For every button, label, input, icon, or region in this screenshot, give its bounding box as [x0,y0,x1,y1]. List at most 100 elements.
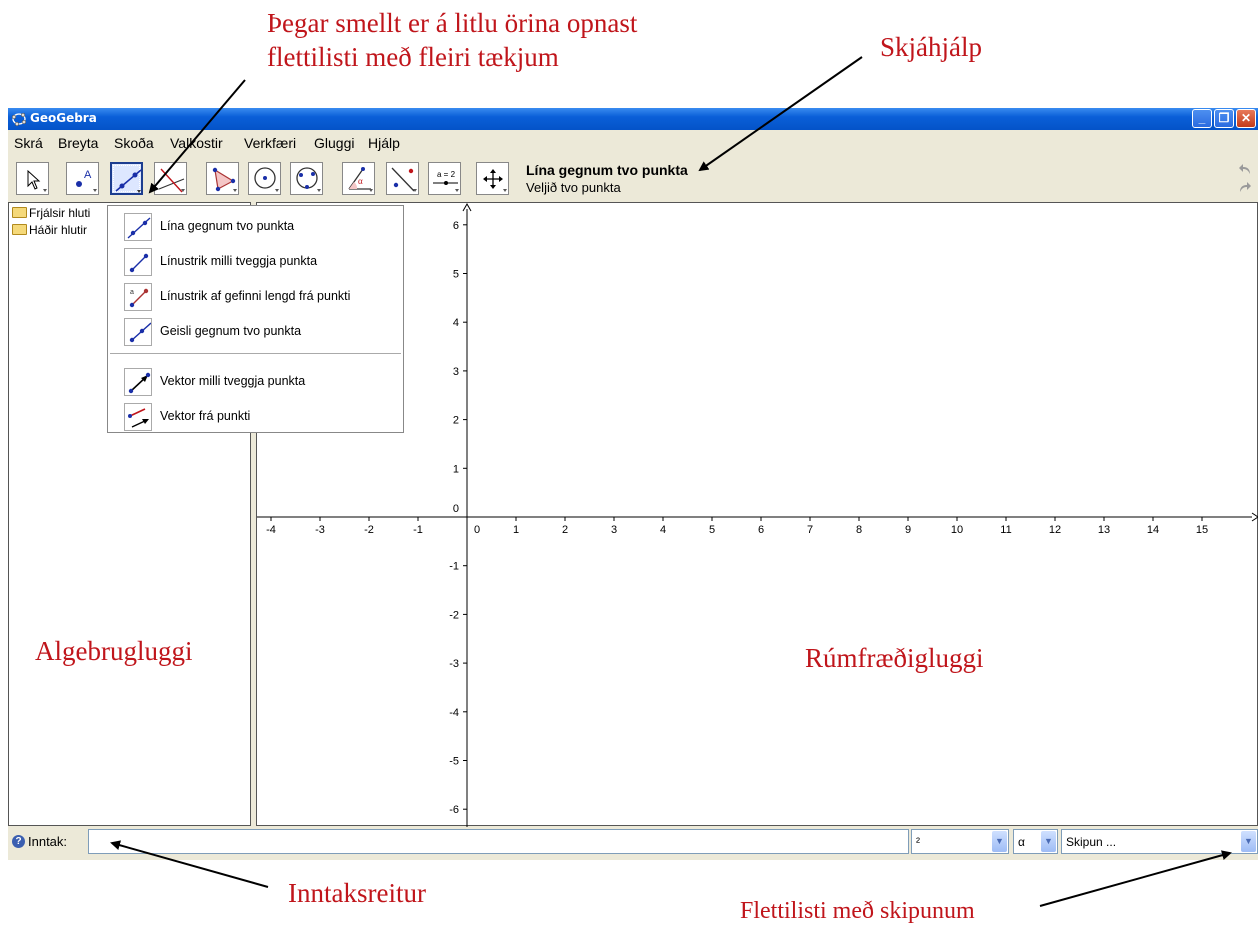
annotation-dropdown-note: Þegar smellt er á litlu örina opnast fle… [267,6,637,74]
x-tick-label: 7 [807,524,813,536]
move-view-tool-button[interactable] [476,162,509,195]
minimize-button[interactable]: _ [1192,109,1212,128]
dependent-objects-label: Háðir hlutir [29,223,88,237]
x-tick-label: 1 [513,524,519,536]
conic-icon [296,167,321,192]
ray-icon [124,318,152,346]
x-tick-label: -1 [413,524,423,536]
move-tool-button[interactable] [16,162,49,195]
coordinate-axes: -4 -3 -2 -1 0 1 2 3 4 5 6 7 8 9 10 11 12 13 14 156543210-1-… [257,203,1258,827]
x-tick-label: 8 [856,524,862,536]
x-tick-label: 4 [660,524,666,536]
geogebra-window: GeoGebra _ ❐ ✕ Skrá Breyta Skoða Valkost… [8,108,1258,860]
x-tick-label: -4 [266,524,276,536]
line-icon [124,213,152,241]
polygon-icon [212,167,237,192]
graphics-view[interactable]: -4 -3 -2 -1 0 1 2 3 4 5 6 7 8 9 10 11 12 13 14 15 6 5 4 3 2 1 0 -1-… [256,202,1258,827]
x-tick-label: 3 [611,524,617,536]
point-icon: A [76,169,97,192]
chevron-down-icon[interactable]: ▼ [1041,831,1056,852]
angle-icon: α [348,167,373,192]
greek-select[interactable]: α ▼ [1013,829,1058,854]
undo-icon[interactable] [1238,162,1252,176]
y-tick-label: 0 [453,503,459,515]
folder-icon [12,207,27,218]
conic-tool-button[interactable] [290,162,323,195]
perpendicular-line-icon [158,168,185,193]
y-tick-label: -6 [449,804,459,816]
window-title: GeoGebra [30,111,97,125]
circle-icon [254,167,279,192]
chevron-down-icon[interactable]: ▼ [1241,831,1256,852]
x-tick-label: 11 [1000,524,1011,536]
tree-dependent-objects[interactable]: Háðir hlutir [12,223,87,237]
menu-help[interactable]: Hjálp [368,135,400,151]
restore-button[interactable]: ❐ [1214,109,1234,128]
y-tick-label: 4 [453,317,459,329]
circle-tool-button[interactable] [248,162,281,195]
input-bar: ? Inntak: ² ▼ α ▼ Skipun ... ▼ [8,827,1258,856]
x-tick-label: 5 [709,524,715,536]
y-tick-label: 2 [453,415,459,427]
input-label: Inntak: [28,834,68,849]
dropdown-item-label: Lína gegnum tvo punkta [160,219,295,233]
tool-help-text: Veljið tvo punkta [526,180,621,195]
reflect-icon [391,167,417,192]
reflect-tool-button[interactable] [386,162,419,195]
cursor-arrow-icon [27,169,47,192]
x-tick-label: 9 [905,524,911,536]
command-select[interactable]: Skipun ... ▼ [1061,829,1258,854]
polygon-tool-button[interactable] [206,162,239,195]
x-tick-label: 15 [1196,524,1208,536]
superscript-select[interactable]: ² ▼ [911,829,1009,854]
svg-text:α: α [358,176,363,186]
tree-free-objects[interactable]: Frjálsir hluti [12,206,90,220]
dropdown-item-label: Geisli gegnum tvo punkta [160,324,302,338]
slider-icon: a = 2 [433,170,459,192]
segment-length-icon: a [124,283,152,311]
point-tool-button[interactable]: A [66,162,99,195]
slider-tool-button[interactable]: a = 2 [428,162,461,195]
menu-tools[interactable]: Verkfæri [244,135,296,151]
tool-help: Lína gegnum tvo punkta Veljið tvo punkta [526,162,688,195]
x-axis-arrow [1251,512,1258,522]
annotation-dropdown-note-line1: Þegar smellt er á litlu örina opnast [267,8,638,38]
menu-view[interactable]: Skoða [114,135,154,151]
y-tick-label: -3 [449,658,459,670]
annotation-screen-help: Skjáhjálp [880,32,982,62]
help-icon[interactable]: ? [12,835,25,848]
title-bar: GeoGebra _ ❐ ✕ [8,108,1258,130]
dropdown-item-label: Línustrik af gefinni lengd frá punkti [160,289,351,303]
close-button[interactable]: ✕ [1236,109,1256,128]
y-tick-label: -1 [449,561,459,573]
tool-help-title: Lína gegnum tvo punkta [526,162,688,178]
geogebra-app-icon [11,112,27,127]
svg-text:a: a [130,289,134,296]
y-tick-label: 1 [453,463,459,475]
line-tools-dropdown: Lína gegnum tvo punkta Línustrik milli t… [107,205,404,433]
y-tick-label: 5 [453,269,459,281]
x-tick-label: -2 [364,524,374,536]
line-tool-button[interactable] [110,162,143,195]
svg-text:A: A [84,169,92,181]
menu-options[interactable]: Valkostir [170,135,223,151]
annotation-dropdown-note-line2: flettilisti með fleiri tækjum [267,42,559,72]
dropdown-item-label: Vektor frá punkti [160,409,251,423]
menu-window[interactable]: Gluggi [314,135,354,151]
perpendicular-tool-button[interactable] [154,162,187,195]
dropdown-item-label: Vektor milli tveggja punkta [160,374,306,388]
angle-tool-button[interactable]: α [342,162,375,195]
annotation-command-list: Flettilisti með skipunum [740,898,975,924]
input-field[interactable] [88,829,909,854]
move-graphics-view-icon [483,169,507,192]
menu-file[interactable]: Skrá [14,135,43,151]
redo-icon[interactable] [1238,180,1252,194]
menu-edit[interactable]: Breyta [58,135,98,151]
y-tick-label: 3 [453,366,459,378]
chevron-down-icon[interactable]: ▼ [992,831,1007,852]
x-tick-label: 2 [562,524,568,536]
x-tick-label: 12 [1049,524,1061,536]
y-tick-label: -2 [449,609,459,621]
dropdown-item-label: Línustrik milli tveggja punkta [160,254,318,268]
svg-text:a = 2: a = 2 [437,170,456,179]
